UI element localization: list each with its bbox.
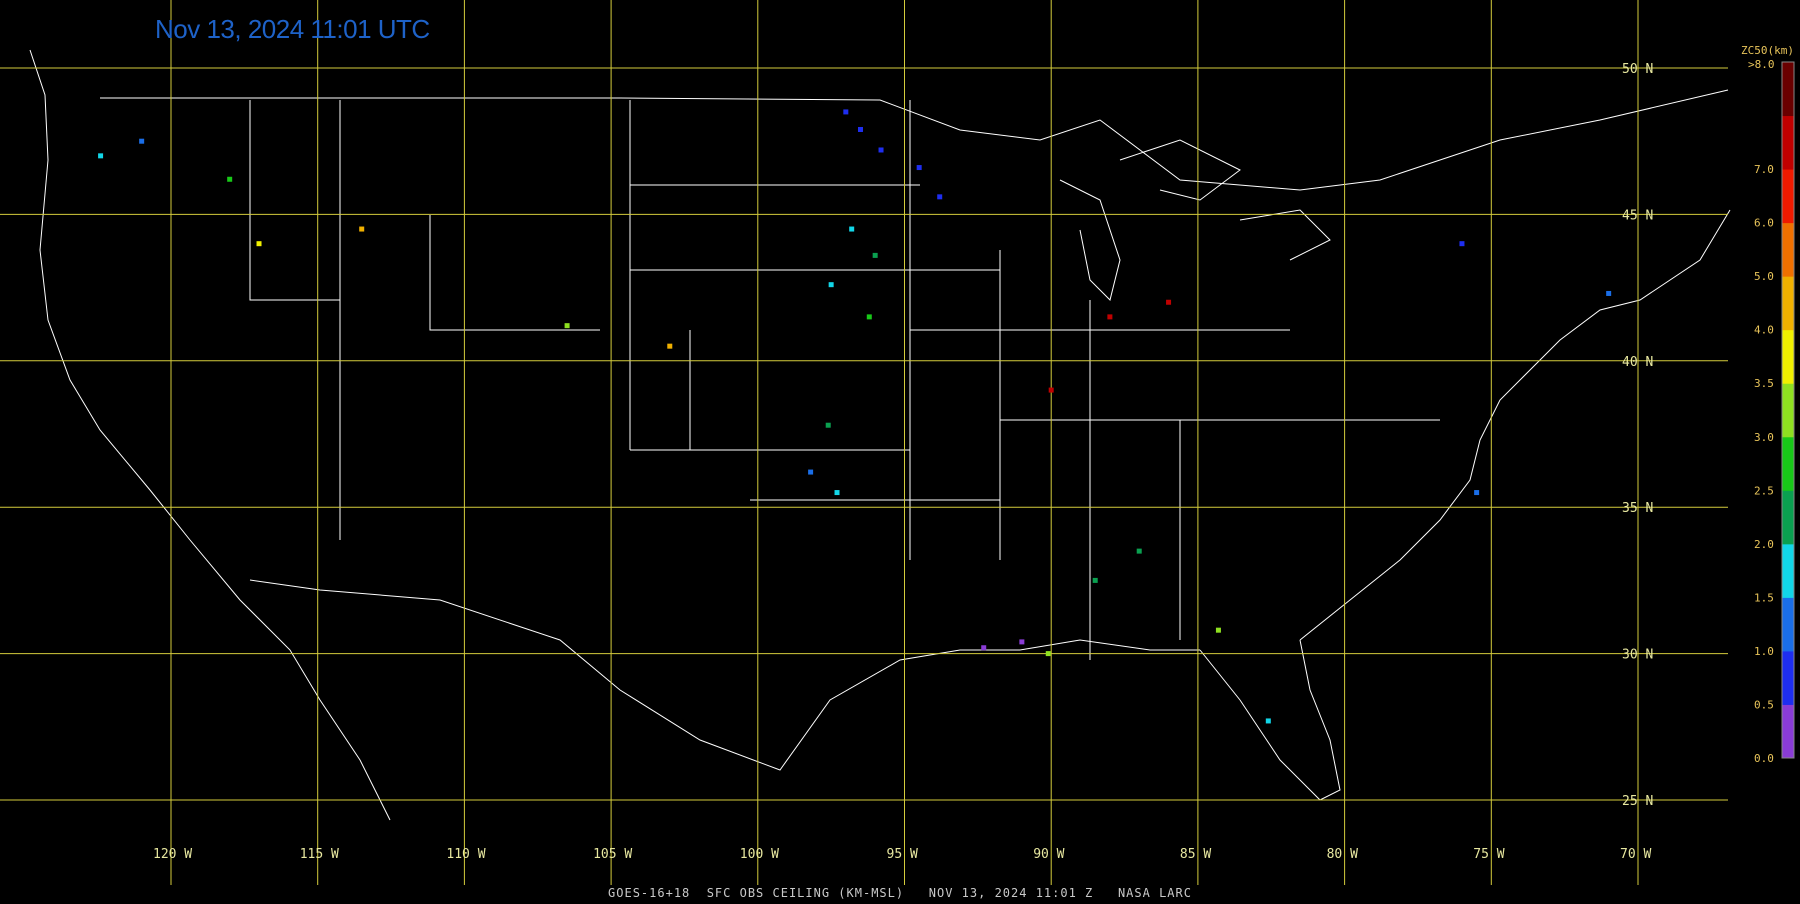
longitude-label: 80 W: [1327, 847, 1358, 862]
colorbar-segment: [1782, 543, 1794, 598]
longitude-label: 70 W: [1620, 847, 1651, 862]
observation-marker: [849, 226, 855, 232]
boundary-line: [1239, 209, 1331, 261]
observation-marker: [825, 422, 831, 428]
colorbar-tick-label: 4.0: [1754, 324, 1774, 337]
state-boundaries: [29, 49, 1731, 821]
observation-marker: [937, 194, 943, 200]
colorbar-tick-label: 2.5: [1754, 484, 1774, 497]
colorbar-tick-label: 6.0: [1754, 217, 1774, 230]
observation-marker: [1606, 290, 1612, 296]
colorbar-segment: [1782, 329, 1794, 384]
observation-marker: [866, 314, 872, 320]
observation-marker: [667, 343, 673, 349]
observation-marker: [843, 109, 849, 115]
colorbar-segment: [1782, 169, 1794, 224]
observation-marker: [1265, 718, 1271, 724]
lat-lon-grid: 120 W 115 W 110 W 105 W 100 W 95 W 90 W 85 W 80 …: [0, 0, 1728, 885]
observation-marker: [564, 323, 570, 329]
colorbar-tick-label: 0.5: [1754, 698, 1774, 711]
boundary-line: [249, 579, 1200, 771]
longitude-label: 110 W: [446, 847, 485, 862]
colorbar-segment: [1782, 597, 1794, 652]
timestamp-title: Nov 13, 2024 11:01 UTC: [155, 14, 430, 44]
colorbar-tick-label: 3.5: [1754, 377, 1774, 390]
longitude-label: 120 W: [153, 847, 192, 862]
observation-marker: [98, 153, 104, 159]
boundary-line: [249, 100, 340, 301]
observation-marker: [139, 138, 145, 144]
observation-marker: [1474, 490, 1480, 496]
observation-marker: [1136, 548, 1142, 554]
boundary-line: [429, 215, 600, 331]
colorbar-segment: [1782, 276, 1794, 331]
boundary-line: [29, 49, 391, 821]
observation-marker: [834, 490, 840, 496]
longitude-label: 115 W: [300, 847, 339, 862]
footer-caption: GOES-16+18 SFC OBS CEILING (KM-MSL) NOV …: [608, 886, 1192, 900]
colorbar-tick-label: 3.0: [1754, 431, 1774, 444]
observation-marker: [1045, 651, 1051, 657]
longitude-label: 90 W: [1033, 847, 1064, 862]
longitude-label: 100 W: [740, 847, 779, 862]
colorbar-tick-label: 7.0: [1754, 163, 1774, 176]
colorbar-top-label: >8.0: [1748, 58, 1775, 71]
observation-marker: [1166, 299, 1172, 305]
colorbar-title: ZC50(km): [1741, 44, 1794, 57]
colorbar-segment: [1782, 490, 1794, 545]
observation-marker: [1048, 387, 1054, 393]
map-canvas: 120 W 115 W 110 W 105 W 100 W 95 W 90 W 85 W 80 …: [0, 0, 1795, 885]
colorbar-tick-label: 5.0: [1754, 270, 1774, 283]
colorbar-segment: [1782, 222, 1794, 277]
colorbar-segment: [1782, 115, 1794, 170]
observation-marker: [872, 252, 878, 258]
observation-marker: [857, 126, 863, 132]
longitude-label: 95 W: [887, 847, 918, 862]
latitude-label: 40 N: [1622, 355, 1653, 370]
observation-marker: [1459, 241, 1465, 247]
colorbar-segment: [1782, 383, 1794, 438]
observation-marker: [916, 165, 922, 171]
boundary-line: [1299, 209, 1731, 641]
observation-marker: [256, 241, 262, 247]
observation-marker: [1019, 639, 1025, 645]
observation-marker: [1107, 314, 1113, 320]
latitude-label: 30 N: [1622, 648, 1653, 663]
colorbar-tick-label: 1.0: [1754, 645, 1774, 658]
latitude-label: 45 N: [1622, 208, 1653, 223]
observation-marker: [1092, 577, 1098, 583]
colorbar-tick-label: 1.5: [1754, 591, 1774, 604]
observation-marker: [1215, 627, 1221, 633]
observation-marker: [828, 282, 834, 288]
ceiling-map: 120 W 115 W 110 W 105 W 100 W 95 W 90 W 85 W 80 …: [0, 0, 1800, 900]
observation-marker: [808, 469, 814, 475]
colorbar-segment: [1782, 650, 1794, 705]
colorbar-segment: [1782, 436, 1794, 491]
latitude-label: 35 N: [1622, 501, 1653, 516]
colorbar-tick-label: 0.0: [1754, 752, 1774, 765]
longitude-label: 85 W: [1180, 847, 1211, 862]
boundary-line: [1059, 179, 1121, 301]
colorbar: ZC50(km)>8.0 0.0 0.5 1.0 1.5 2.0 2.5 3.0 3.5 4.0 5…: [1741, 44, 1795, 765]
boundary-line: [100, 89, 1729, 191]
latitude-label: 25 N: [1622, 794, 1653, 809]
observation-marker: [981, 645, 987, 651]
observation-points: [98, 109, 1612, 724]
longitude-label: 105 W: [593, 847, 632, 862]
colorbar-segment: [1782, 62, 1794, 117]
observation-marker: [359, 226, 365, 232]
longitude-label: 75 W: [1473, 847, 1504, 862]
observation-marker: [227, 176, 233, 182]
observation-marker: [878, 147, 884, 153]
colorbar-segment: [1782, 704, 1794, 759]
colorbar-tick-label: 2.0: [1754, 538, 1774, 551]
latitude-label: 50 N: [1622, 62, 1653, 77]
